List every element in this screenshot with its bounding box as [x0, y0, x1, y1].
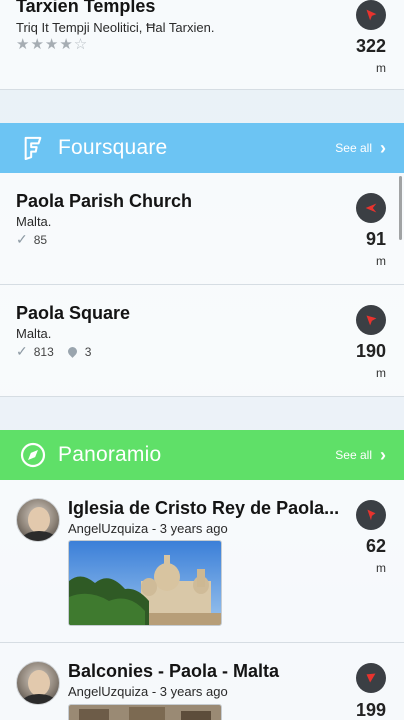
- foursquare-section-header[interactable]: Foursquare See all ›: [0, 123, 404, 173]
- distance-unit: m: [376, 366, 386, 380]
- tips-count: 3: [84, 344, 92, 359]
- avatar: [16, 661, 60, 705]
- item-title: Paola Square: [16, 303, 131, 323]
- distance-value: 91: [365, 229, 386, 249]
- distance-value: 62: [365, 536, 386, 556]
- item-title: Tarxien Temples: [16, 0, 156, 16]
- separator: -: [148, 521, 160, 536]
- pin-icon: [65, 345, 79, 358]
- author-name: AngelUzquiza: [68, 684, 149, 699]
- separator: -: [148, 684, 160, 699]
- compass-arrow-icon: [356, 663, 386, 693]
- checkmark-icon: ✓: [16, 231, 28, 247]
- photo-thumbnail[interactable]: [68, 540, 222, 626]
- post-time: 3 years ago: [159, 521, 228, 536]
- see-all-link[interactable]: See all: [335, 141, 372, 155]
- panoramio-section-header[interactable]: Panoramio See all ›: [0, 430, 404, 480]
- avatar: [16, 498, 60, 542]
- item-author: AngelUzquiza - 3 years ago: [68, 684, 228, 699]
- checkmark-icon: ✓: [16, 343, 28, 359]
- chevron-right-icon: ›: [380, 137, 386, 158]
- section-title: Panoramio: [58, 443, 162, 466]
- star-empty-icon: ☆: [73, 36, 89, 53]
- item-address: Triq It Tempji Neolitici, Ħal Tarxien.: [16, 20, 215, 35]
- compass-arrow-icon: [356, 193, 386, 223]
- see-all-link[interactable]: See all: [335, 448, 372, 462]
- distance-value: 322: [355, 36, 386, 56]
- item-title: Balconies - Paola - Malta: [68, 661, 280, 681]
- checkins-count: 813: [33, 344, 54, 359]
- item-title: Paola Parish Church: [16, 191, 193, 211]
- photo-thumbnail[interactable]: [68, 704, 222, 720]
- section-title: Foursquare: [58, 136, 168, 159]
- star-icon: ★★★★: [16, 36, 74, 53]
- scrollbar[interactable]: [399, 176, 402, 240]
- panoramio-item[interactable]: Balconies - Paola - Malta AngelUzquiza -…: [0, 643, 404, 720]
- distance-unit: m: [376, 61, 386, 75]
- item-meta: ✓ 85: [16, 231, 47, 248]
- chevron-right-icon: ›: [380, 444, 386, 465]
- panoramio-item[interactable]: Iglesia de Cristo Rey de Paola... AngelU…: [0, 480, 404, 643]
- nearby-item-tarxien-temples[interactable]: Tarxien Temples Triq It Tempji Neolitici…: [0, 0, 404, 90]
- author-name: AngelUzquiza: [68, 521, 149, 536]
- distance-unit: m: [376, 561, 386, 575]
- panoramio-logo-icon: [20, 442, 46, 468]
- item-location: Malta.: [16, 214, 52, 229]
- item-title: Iglesia de Cristo Rey de Paola...: [68, 498, 340, 518]
- compass-arrow-icon: [356, 0, 386, 30]
- compass-arrow-icon: [356, 500, 386, 530]
- foursquare-logo-icon: [20, 135, 46, 161]
- item-meta: ✓ 813 3: [16, 343, 91, 360]
- foursquare-item[interactable]: Paola Parish Church Malta. ✓ 85 91 m: [0, 173, 404, 285]
- foursquare-item[interactable]: Paola Square Malta. ✓ 813 3 190 m: [0, 285, 404, 397]
- checkins-count: 85: [33, 232, 48, 247]
- item-location: Malta.: [16, 326, 52, 341]
- item-author: AngelUzquiza - 3 years ago: [68, 521, 228, 536]
- distance-value: 190: [355, 341, 386, 361]
- compass-arrow-icon: [356, 305, 386, 335]
- distance-unit: m: [376, 254, 386, 268]
- rating-stars: ★★★★☆: [16, 35, 88, 53]
- post-time: 3 years ago: [159, 684, 228, 699]
- distance-value: 199: [355, 700, 386, 720]
